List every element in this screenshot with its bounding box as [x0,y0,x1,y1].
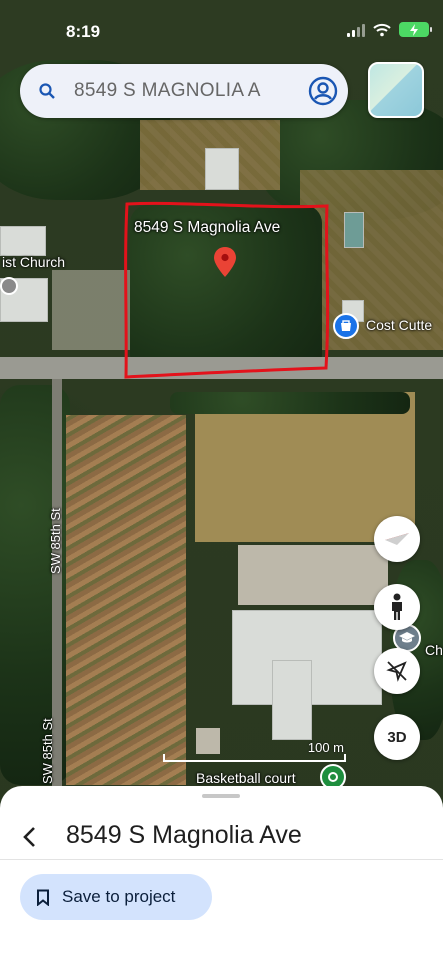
three-d-button[interactable]: 3D [374,714,420,760]
place-label-partial: Ch [425,642,443,658]
status-time: 8:19 [66,22,101,41]
place-title: 8549 S Magnolia Ave [66,821,302,849]
court-label: Basketball court [196,770,296,786]
search-bar[interactable] [20,64,348,118]
scale-bar [163,754,346,762]
pegman-icon [392,593,402,620]
place-pin-icon[interactable] [213,246,237,278]
scale-label: 100 m [307,740,344,755]
church-icon[interactable] [0,277,18,295]
search-icon[interactable] [20,82,74,100]
search-input[interactable] [74,80,298,102]
store-label: Cost Cutte [366,317,433,333]
location-button[interactable] [374,648,420,694]
back-button[interactable] [14,822,44,852]
location-off-icon [386,661,407,682]
save-label: Save to project [62,887,176,906]
place-sheet[interactable]: 8549 S Magnolia Ave Save to project [0,786,443,960]
account-icon[interactable] [298,76,348,106]
church-label: ist Church [2,254,66,270]
street-view-button[interactable] [374,584,420,630]
map-scale: 100 m [163,740,348,764]
divider [0,859,443,860]
back-arrow-icon [23,827,35,847]
compass-icon [385,533,409,545]
store-icon[interactable] [333,313,359,339]
bookmark-icon [37,889,49,906]
signal-icon [347,23,365,37]
status-icons [347,22,432,37]
street-label: SW 85th St [40,718,55,784]
selected-place-label: 8549 S Magnolia Ave [134,219,281,236]
sheet-drag-handle[interactable] [202,794,240,798]
wifi-icon [373,23,391,36]
save-to-project-button[interactable]: Save to project [20,874,212,920]
street-label: SW 85th St [48,508,63,574]
compass-button[interactable] [374,516,420,562]
battery-icon [399,22,432,37]
layers-button[interactable] [368,62,424,118]
